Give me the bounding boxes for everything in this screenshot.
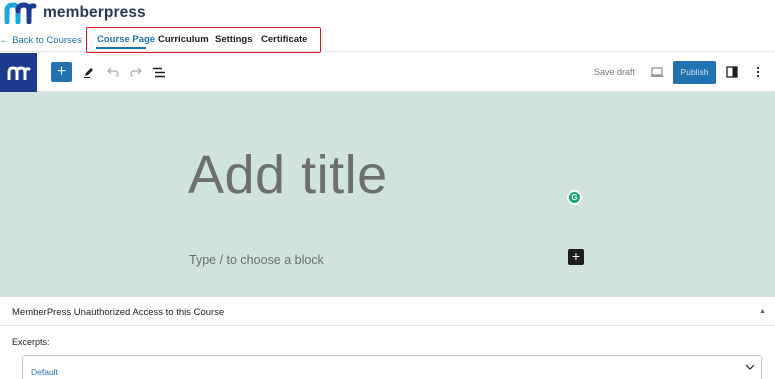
unauthorized-access-metabox: MemberPress Unauthorized Access to this … bbox=[0, 296, 775, 379]
pen-tool-icon[interactable] bbox=[80, 63, 98, 81]
brand-logo: memberpress bbox=[4, 2, 146, 24]
inline-add-block-button[interactable]: + bbox=[568, 249, 584, 265]
metabox-divider bbox=[0, 325, 775, 326]
metabox-collapse-icon[interactable]: ▲ bbox=[759, 308, 766, 315]
top-header: memberpress ← Back to Courses Course Pag… bbox=[0, 0, 775, 53]
metabox-title[interactable]: MemberPress Unauthorized Access to this … bbox=[12, 307, 224, 318]
editor-canvas[interactable]: Add title G Type / to choose a block + bbox=[0, 92, 775, 296]
tab-curriculum[interactable]: Curriculum bbox=[158, 34, 209, 45]
excerpts-selected-value: Default bbox=[31, 367, 58, 377]
post-title-input[interactable]: Add title bbox=[188, 144, 388, 206]
grammarly-icon[interactable]: G bbox=[567, 190, 582, 205]
desktop-preview-icon[interactable] bbox=[648, 63, 666, 81]
brand-name: memberpress bbox=[43, 4, 146, 21]
back-to-courses-link[interactable]: ← Back to Courses bbox=[0, 35, 82, 46]
memberpress-logo-icon bbox=[4, 2, 37, 24]
undo-icon[interactable] bbox=[104, 63, 122, 81]
block-appender[interactable]: Type / to choose a block bbox=[189, 253, 324, 267]
tab-course-page[interactable]: Course Page bbox=[97, 34, 155, 45]
tab-certificate[interactable]: Certificate bbox=[261, 34, 307, 45]
chevron-down-icon bbox=[745, 364, 755, 370]
excerpts-label: Excerpts: bbox=[12, 337, 50, 347]
editor-toolbar: + Save draft Publish bbox=[0, 53, 775, 92]
site-home-button[interactable] bbox=[0, 53, 37, 92]
publish-button[interactable]: Publish bbox=[673, 61, 716, 84]
save-draft-button[interactable]: Save draft bbox=[594, 67, 635, 77]
excerpts-select[interactable]: Default bbox=[22, 355, 762, 379]
tab-settings[interactable]: Settings bbox=[215, 34, 252, 45]
active-tab-indicator bbox=[96, 47, 146, 49]
editor-window: memberpress ← Back to Courses Course Pag… bbox=[0, 0, 775, 379]
list-view-icon[interactable] bbox=[150, 63, 168, 81]
more-vertical-icon[interactable] bbox=[749, 63, 767, 81]
add-block-button[interactable]: + bbox=[51, 62, 72, 82]
sidebar-toggle-icon[interactable] bbox=[723, 63, 741, 81]
memberpress-m-icon bbox=[7, 65, 30, 80]
redo-icon[interactable] bbox=[127, 63, 145, 81]
